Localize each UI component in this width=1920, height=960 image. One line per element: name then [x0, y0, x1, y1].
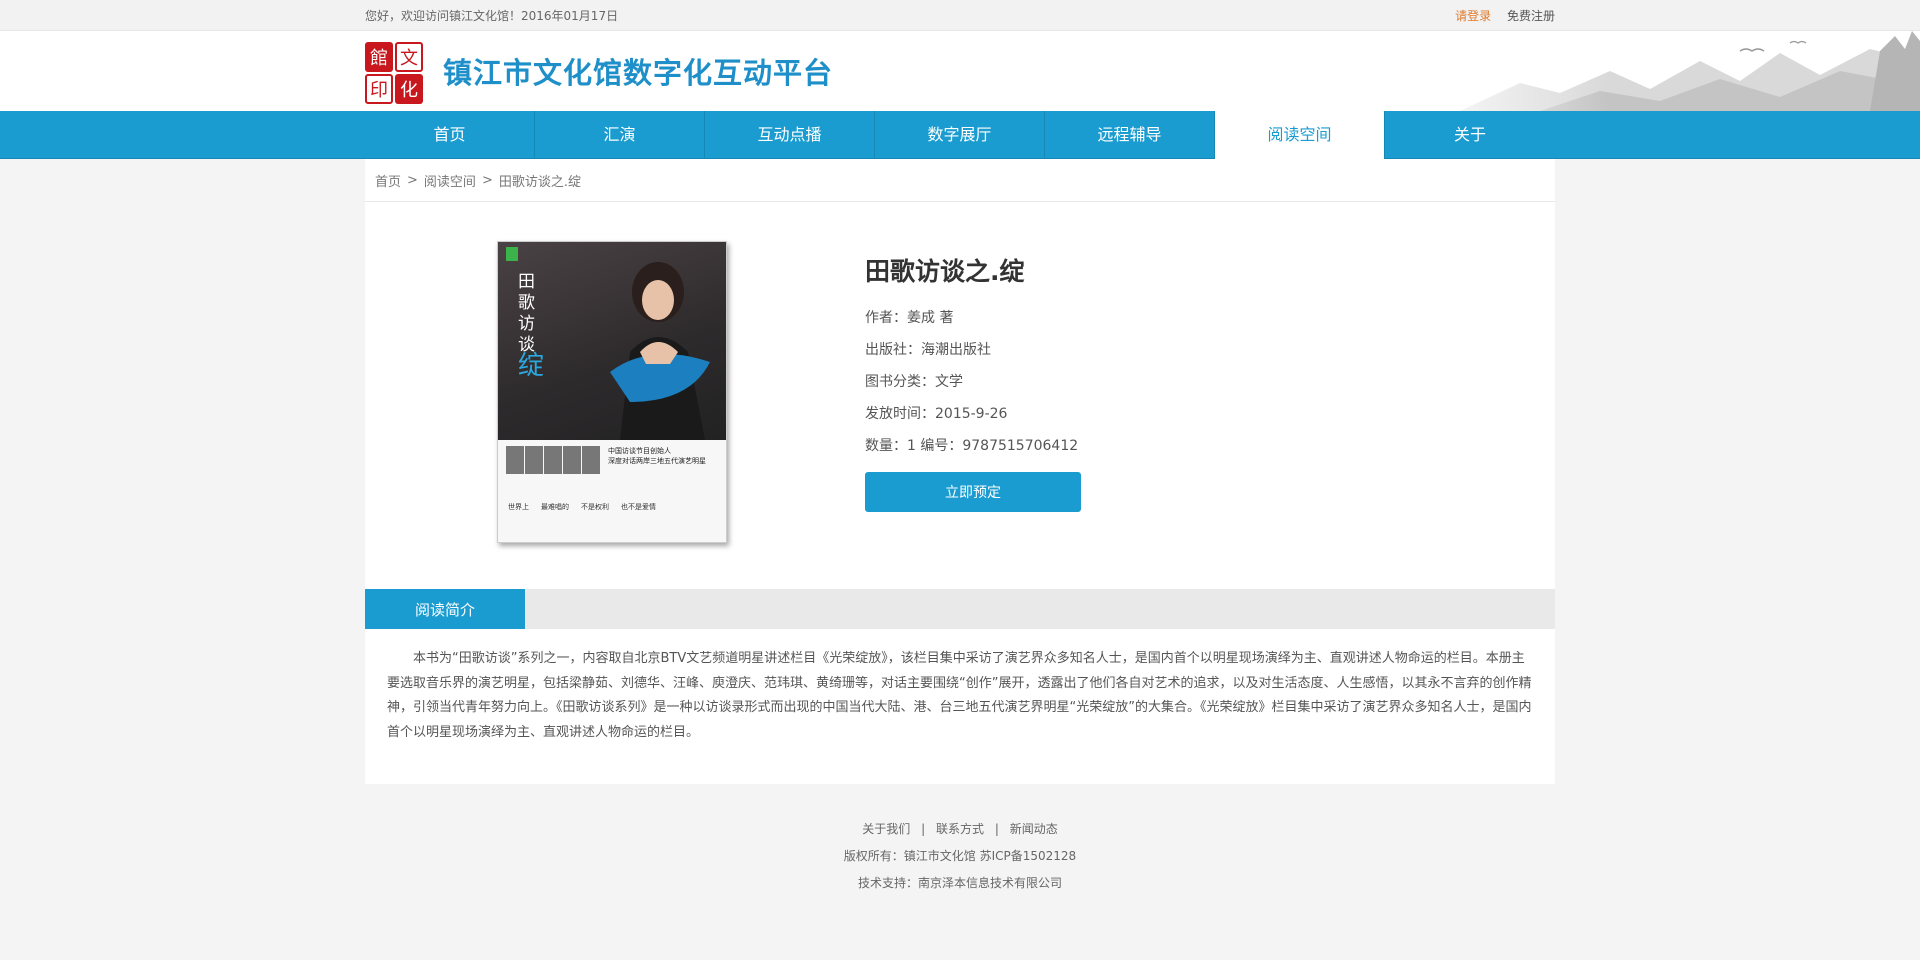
- top-bar: 您好，欢迎访问镇江文化馆！2016年01月17日 请登录 免费注册: [0, 0, 1920, 31]
- account-links: 请登录 免费注册: [1443, 7, 1555, 24]
- nav-item-reading-space[interactable]: 阅读空间: [1215, 111, 1385, 159]
- book-detail: 田歌访谈绽 中国访谈节目创始人 深度对话两岸三地五代演艺明星 世界上 最难唱的 不是权…: [365, 202, 1555, 589]
- footer-separator: |: [994, 822, 999, 836]
- main-content: 首页 > 阅读空间 > 田歌访谈之.绽 田歌访谈绽 中国访谈节目创始人 深度对话两…: [365, 159, 1555, 897]
- book-info: 田歌访谈之.绽 作者：姜成 著 出版社：海潮出版社 图书分类：文学 发放时间：2…: [865, 252, 1081, 512]
- breadcrumb-separator: >: [407, 172, 418, 188]
- breadcrumb: 首页 > 阅读空间 > 田歌访谈之.绽: [365, 159, 1555, 202]
- footer-link-about[interactable]: 关于我们: [862, 822, 910, 836]
- intro-header: 阅读简介: [365, 589, 1555, 629]
- nav-item-remote-tutoring[interactable]: 远程辅导: [1045, 111, 1215, 159]
- tab-reading-intro[interactable]: 阅读简介: [365, 589, 525, 629]
- footer-link-contact[interactable]: 联系方式: [936, 822, 984, 836]
- login-link[interactable]: 请登录: [1455, 9, 1491, 23]
- book-title: 田歌访谈之.绽: [865, 257, 1025, 286]
- nav-item-digital-gallery[interactable]: 数字展厅: [875, 111, 1045, 159]
- logo-char: 館: [365, 42, 393, 72]
- register-link[interactable]: 免费注册: [1507, 9, 1555, 23]
- nav-item-performance[interactable]: 汇演: [535, 111, 705, 159]
- site-header: 館 文 印 化 镇江市文化馆数字化互动平台: [0, 31, 1920, 111]
- site-logo[interactable]: 館 文 印 化: [365, 42, 423, 104]
- footer-copyright: 版权所有：镇江市文化馆 苏ICP备1502128: [843, 849, 1077, 863]
- welcome-text: 您好，欢迎访问镇江文化馆！2016年01月17日: [365, 9, 619, 23]
- breadcrumb-current: 田歌访谈之.绽: [498, 174, 581, 190]
- reserve-button[interactable]: 立即预定: [865, 472, 1081, 512]
- intro-body: 本书为“田歌访谈”系列之一，内容取自北京BTV文艺频道明星讲述栏目《光荣绽放》，…: [365, 629, 1555, 784]
- nav-item-interactive-vod[interactable]: 互动点播: [705, 111, 875, 159]
- site-footer: 关于我们 | 联系方式 | 新闻动态 版权所有：镇江市文化馆 苏ICP备1502…: [365, 816, 1555, 897]
- book-publisher: 出版社：海潮出版社: [865, 342, 991, 358]
- intro-text: 本书为“田歌访谈”系列之一，内容取自北京BTV文艺频道明星讲述栏目《光荣绽放》，…: [387, 651, 1532, 740]
- book-cover-image: 田歌访谈绽 中国访谈节目创始人 深度对话两岸三地五代演艺明星 世界上 最难唱的 不是权…: [497, 241, 727, 543]
- breadcrumb-separator: >: [481, 172, 493, 188]
- book-quantity-isbn: 数量：1 编号：9787515706412: [865, 438, 1079, 454]
- book-release-date: 发放时间：2015-9-26: [865, 406, 1008, 422]
- logo-char: 印: [365, 74, 393, 104]
- footer-tech-support: 技术支持：南京泽本信息技术有限公司: [857, 876, 1062, 890]
- logo-char: 化: [395, 74, 423, 104]
- site-title: 镇江市文化馆数字化互动平台: [443, 56, 834, 90]
- breadcrumb-section[interactable]: 阅读空间: [424, 171, 476, 190]
- footer-separator: |: [921, 822, 926, 836]
- nav-item-about[interactable]: 关于: [1385, 111, 1555, 159]
- breadcrumb-home[interactable]: 首页: [375, 171, 401, 190]
- nav-item-home[interactable]: 首页: [365, 111, 535, 159]
- book-author: 作者：姜成 著: [865, 310, 954, 326]
- logo-char: 文: [395, 42, 423, 72]
- main-nav: 首页 汇演 互动点播 数字展厅 远程辅导 阅读空间 关于: [0, 111, 1920, 159]
- footer-link-news[interactable]: 新闻动态: [1010, 822, 1058, 836]
- book-category: 图书分类：文学: [865, 374, 963, 390]
